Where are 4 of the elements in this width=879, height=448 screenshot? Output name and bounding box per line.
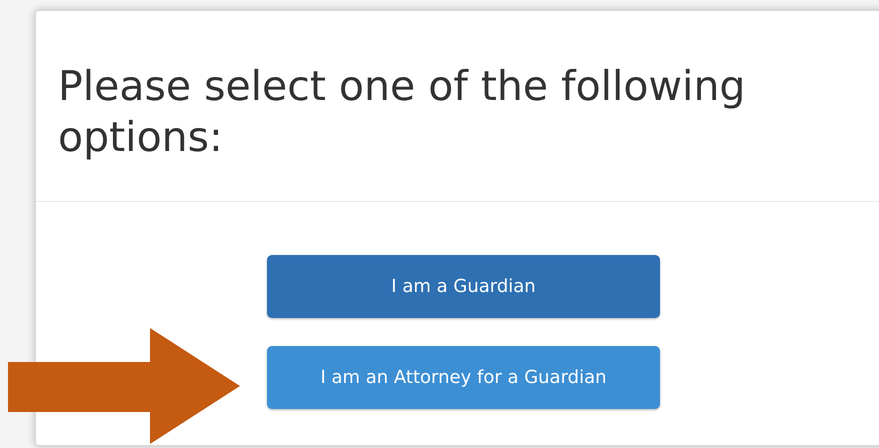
dialog-title: Please select one of the following options:: [58, 61, 746, 163]
option-button[interactable]: I am an Attorney for a Guardian: [267, 346, 660, 409]
option-button[interactable]: I am a Guardian: [267, 255, 660, 318]
arrow-icon: [8, 328, 240, 444]
